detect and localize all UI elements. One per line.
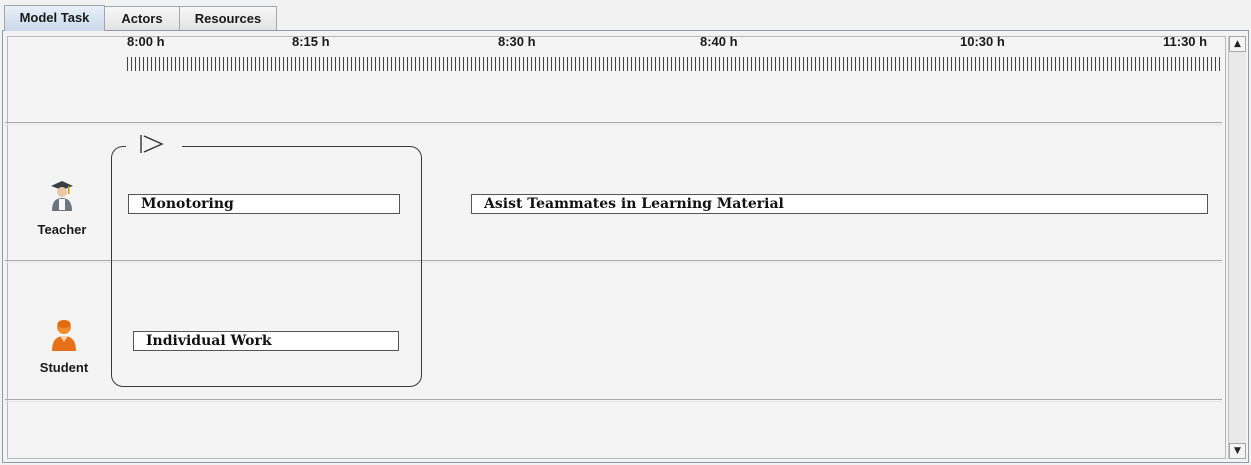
- time-label-0815: 8:15 h: [292, 34, 330, 49]
- teacher-icon: [51, 181, 73, 211]
- task-assist-teammates[interactable]: Asist Teammates in Learning Material: [471, 194, 1208, 214]
- actor-teacher-label: Teacher: [37, 222, 87, 237]
- task-monitoring[interactable]: Monotoring: [128, 194, 400, 214]
- tab-model-task[interactable]: Model Task: [4, 5, 105, 31]
- time-label-0830: 8:30 h: [498, 34, 536, 49]
- actor-student[interactable]: Student: [24, 318, 104, 375]
- lane-divider-highlight: [5, 124, 1222, 125]
- task-individual-work[interactable]: Individual Work: [133, 331, 399, 351]
- scroll-down-icon[interactable]: ▼: [1229, 443, 1246, 459]
- time-ruler: [127, 57, 1220, 71]
- student-icon: [52, 320, 76, 351]
- lane-divider: [5, 399, 1222, 400]
- group-start-icon[interactable]: [138, 133, 166, 155]
- lane-divider-highlight: [5, 401, 1222, 402]
- actor-teacher[interactable]: Teacher: [22, 180, 102, 237]
- actor-student-label: Student: [39, 360, 89, 375]
- time-label-0800: 8:00 h: [127, 34, 165, 49]
- tab-actors[interactable]: Actors: [104, 6, 180, 30]
- time-label-1130: 11:30 h: [1163, 34, 1208, 49]
- tab-bar: Model Task Actors Resources: [0, 0, 1251, 31]
- time-label-0840: 8:40 h: [700, 34, 738, 49]
- scroll-up-icon[interactable]: ▲: [1229, 36, 1246, 52]
- time-label-1030: 10:30 h: [960, 34, 1005, 49]
- vertical-scrollbar[interactable]: ▲ ▼: [1228, 36, 1246, 459]
- tab-resources[interactable]: Resources: [179, 6, 277, 30]
- lane-divider: [5, 122, 1222, 123]
